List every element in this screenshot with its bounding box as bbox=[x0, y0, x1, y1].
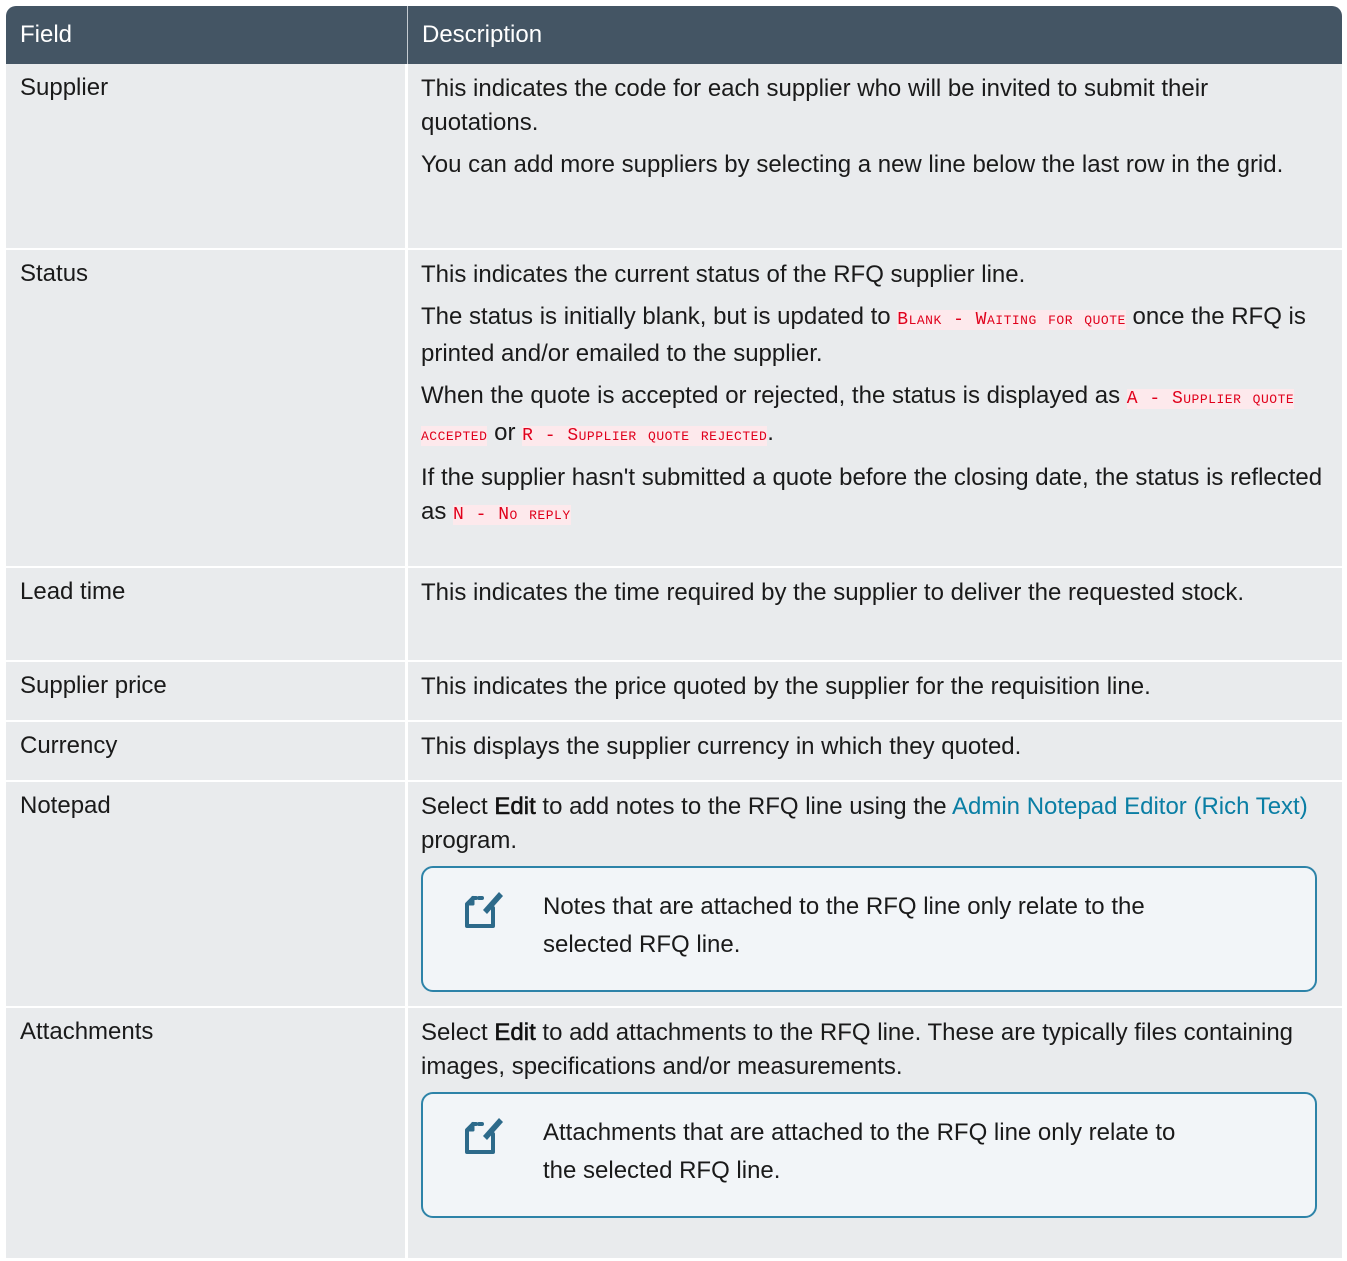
field-description-table: Field Description Supplier This indicate… bbox=[6, 6, 1342, 1258]
table-row-notepad: Notepad Select Edit to add notes to the … bbox=[6, 780, 1342, 1006]
table-row-attachments: Attachments Select Edit to add attachmen… bbox=[6, 1006, 1342, 1258]
table-row-supplier-price: Supplier price This indicates the price … bbox=[6, 660, 1342, 720]
status-code-rejected: R - Supplier quote rejected bbox=[522, 426, 768, 446]
description-paragraph: When the quote is accepted or rejected, … bbox=[421, 382, 1295, 446]
description-supplier: This indicates the code for each supplie… bbox=[408, 64, 1342, 248]
table-row-lead-time: Lead time This indicates the time requir… bbox=[6, 566, 1342, 660]
table-row-supplier: Supplier This indicates the code for eac… bbox=[6, 64, 1342, 248]
field-name-status: Status bbox=[6, 250, 408, 566]
header-description: Description bbox=[422, 21, 543, 48]
description-paragraph: The status is initially blank, but is up… bbox=[421, 303, 1306, 367]
field-name-currency: Currency bbox=[6, 722, 408, 780]
note-callout: Attachments that are attached to the RFQ… bbox=[421, 1092, 1317, 1218]
description-paragraph: This indicates the price quoted by the s… bbox=[421, 673, 1151, 700]
field-name-lead-time: Lead time bbox=[6, 568, 408, 660]
field-name-attachments: Attachments bbox=[6, 1008, 408, 1258]
edit-keyword: Edit bbox=[494, 793, 536, 821]
field-name-supplier-price: Supplier price bbox=[6, 662, 408, 720]
note-text: Attachments that are attached to the RFQ… bbox=[543, 1119, 1176, 1184]
description-paragraph: You can add more suppliers by selecting … bbox=[421, 151, 1284, 178]
description-currency: This displays the supplier currency in w… bbox=[408, 722, 1342, 780]
description-paragraph: This indicates the code for each supplie… bbox=[421, 75, 1209, 136]
header-field: Field bbox=[6, 6, 408, 64]
note-text: Notes that are attached to the RFQ line … bbox=[543, 893, 1145, 958]
description-attachments: Select Edit to add attachments to the RF… bbox=[408, 1008, 1342, 1258]
table-row-status: Status This indicates the current status… bbox=[6, 248, 1342, 566]
table-header-row: Field Description bbox=[6, 6, 1342, 64]
description-paragraph: This displays the supplier currency in w… bbox=[421, 733, 1022, 760]
description-notepad: Select Edit to add notes to the RFQ line… bbox=[408, 782, 1342, 1006]
status-code-blank: Blank - Waiting for quote bbox=[897, 310, 1126, 330]
description-supplier-price: This indicates the price quoted by the s… bbox=[408, 662, 1342, 720]
description-status: This indicates the current status of the… bbox=[408, 250, 1342, 566]
description-paragraph: This indicates the current status of the… bbox=[421, 261, 1026, 288]
note-edit-icon bbox=[465, 892, 503, 928]
field-name-supplier: Supplier bbox=[6, 64, 408, 248]
edit-keyword: Edit bbox=[494, 1019, 536, 1047]
description-lead-time: This indicates the time required by the … bbox=[408, 568, 1342, 660]
field-name-notepad: Notepad bbox=[6, 782, 408, 1006]
note-edit-icon bbox=[465, 1118, 503, 1154]
description-paragraph: Select Edit to add notes to the RFQ line… bbox=[421, 793, 1308, 854]
description-paragraph: This indicates the time required by the … bbox=[421, 579, 1245, 606]
table-row-currency: Currency This displays the supplier curr… bbox=[6, 720, 1342, 780]
description-paragraph: If the supplier hasn't submitted a quote… bbox=[421, 464, 1323, 525]
note-callout: Notes that are attached to the RFQ line … bbox=[421, 866, 1317, 992]
admin-notepad-editor-link[interactable]: Admin Notepad Editor (Rich Text) bbox=[952, 793, 1308, 820]
description-paragraph: Select Edit to add attachments to the RF… bbox=[421, 1019, 1294, 1080]
status-code-no-reply: N - No reply bbox=[453, 505, 571, 525]
